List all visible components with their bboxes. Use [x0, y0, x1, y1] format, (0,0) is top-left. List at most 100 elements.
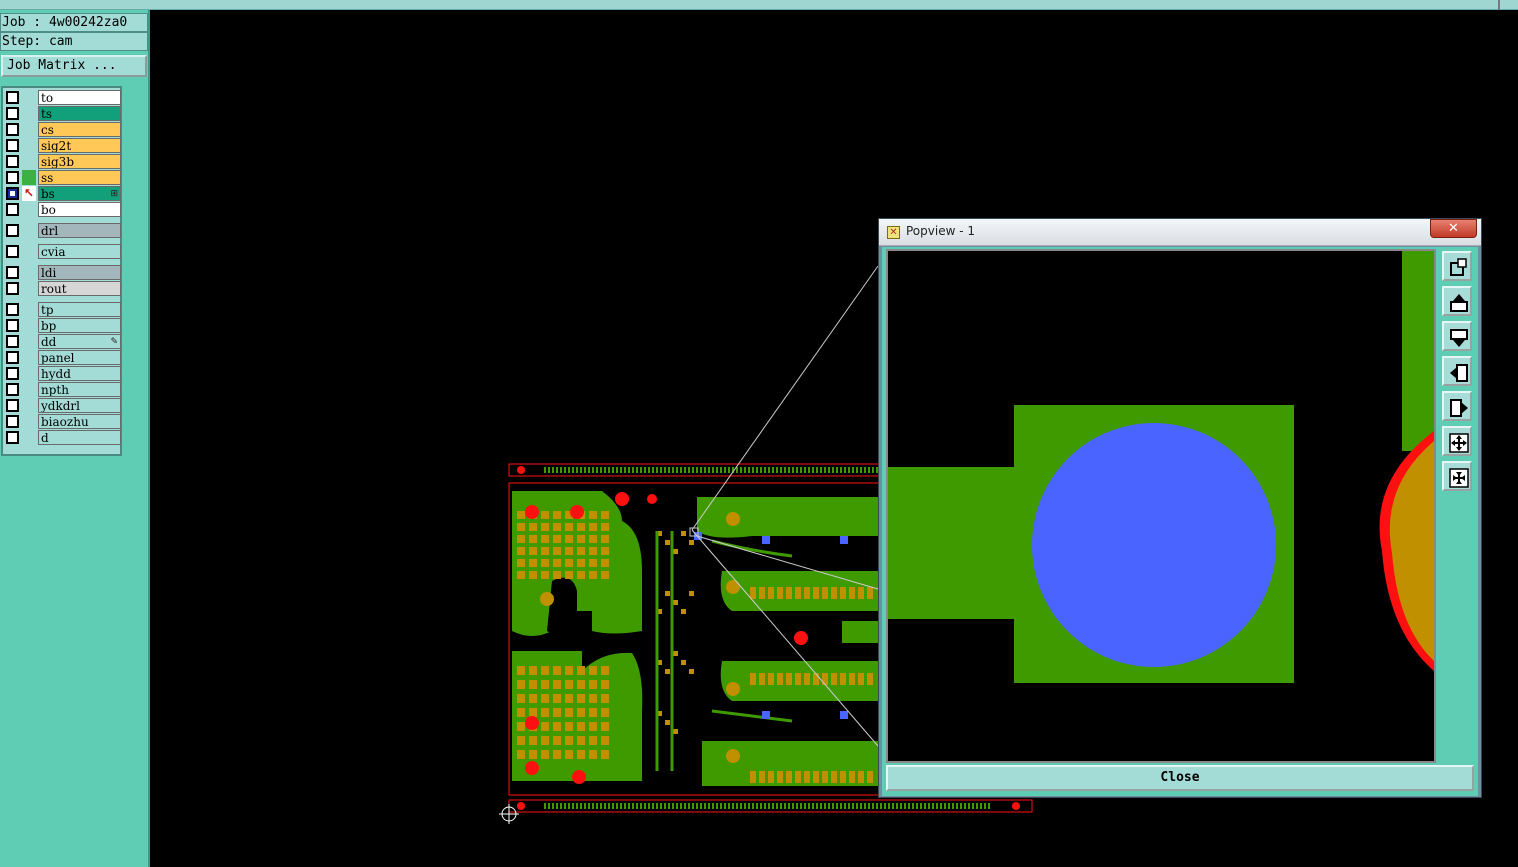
layer-row-cs[interactable]: cs: [5, 122, 121, 137]
layer-name[interactable]: cs: [38, 122, 121, 137]
layer-row-cvia[interactable]: cvia: [5, 244, 121, 259]
layer-row-bp[interactable]: bp: [5, 318, 121, 333]
pcb-shape-247: [517, 708, 525, 717]
pcb-shape-257: [529, 750, 537, 759]
work-layer-arrow-icon: ↖: [22, 186, 36, 201]
layer-name[interactable]: bp: [38, 318, 121, 333]
layer-checkbox[interactable]: [6, 367, 19, 380]
popview-zoom-view[interactable]: [886, 249, 1436, 763]
layer-row-to[interactable]: to: [5, 90, 121, 105]
layer-row-panel[interactable]: panel: [5, 350, 121, 365]
layer-row-hydd[interactable]: hydd: [5, 366, 121, 381]
layer-checkbox[interactable]: [6, 319, 19, 332]
layer-checkbox[interactable]: [6, 303, 19, 316]
popview-titlebar[interactable]: ✕ Popview - 1 ✕: [879, 219, 1481, 246]
pcb-shape-69: [820, 467, 822, 473]
layer-name[interactable]: npth: [38, 382, 121, 397]
pcb-shape-143: [780, 803, 782, 809]
layer-checkbox[interactable]: [6, 282, 19, 295]
pan-left-button[interactable]: [1442, 356, 1472, 386]
pcb-shape-291: [589, 736, 597, 745]
layer-checkbox[interactable]: [6, 399, 19, 412]
layer-name[interactable]: rout: [38, 281, 121, 296]
layer-row-bs[interactable]: ↖ bs ⊞: [5, 186, 121, 201]
pcb-shape-23: [636, 467, 638, 473]
layer-row-npth[interactable]: npth: [5, 382, 121, 397]
window-close-button[interactable]: ✕: [1430, 219, 1477, 238]
layer-row-bo[interactable]: bo: [5, 202, 121, 217]
layer-name[interactable]: biaozhu: [38, 414, 121, 429]
pcb-shape-337: [858, 673, 864, 685]
layer-checkbox[interactable]: [6, 123, 19, 136]
layer-row-biaozhu[interactable]: biaozhu: [5, 414, 121, 429]
layer-row-d[interactable]: d: [5, 430, 121, 445]
layer-row-sig2t[interactable]: sig2t: [5, 138, 121, 153]
app-icon: ✕: [887, 226, 900, 239]
layer-checkbox[interactable]: [6, 107, 19, 120]
layer-name[interactable]: d: [38, 430, 121, 445]
layer-checkbox[interactable]: [6, 266, 19, 279]
layer-name[interactable]: drl: [38, 223, 121, 238]
pcb-shape-36: [688, 467, 690, 473]
pan-up-button[interactable]: [1442, 286, 1472, 316]
layer-name[interactable]: sig2t: [38, 138, 121, 153]
pcb-shape-170: [888, 803, 890, 809]
layer-row-sig3b[interactable]: sig3b: [5, 154, 121, 169]
layer-checkbox[interactable]: [6, 431, 19, 444]
pcb-shape-217: [553, 547, 561, 555]
pcb-shape-240: [601, 535, 609, 543]
zoom-window-button[interactable]: [1442, 251, 1472, 281]
zoom-out-button[interactable]: [1442, 461, 1472, 491]
pcb-shape-298: [601, 736, 609, 745]
layer-name[interactable]: dd ✎: [38, 334, 121, 349]
pcb-shape-106: [632, 803, 634, 809]
popview-title: Popview - 1: [906, 224, 975, 238]
pan-down-button[interactable]: [1442, 321, 1472, 351]
job-matrix-button[interactable]: Job Matrix ...: [1, 55, 147, 77]
pcb-shape-317: [795, 771, 801, 783]
layer-row-drl[interactable]: drl: [5, 223, 121, 238]
layer-name[interactable]: bo: [38, 202, 121, 217]
layer-name[interactable]: ydkdrl: [38, 398, 121, 413]
pcb-shape-321: [813, 587, 819, 599]
copper-void: [547, 577, 577, 636]
layer-name[interactable]: bs ⊞: [38, 186, 121, 201]
layer-checkbox[interactable]: [6, 224, 19, 237]
layer-name[interactable]: panel: [38, 350, 121, 365]
layer-name[interactable]: to: [38, 90, 121, 105]
layer-name[interactable]: sig3b: [38, 154, 121, 169]
pcb-shape-293: [601, 666, 609, 675]
layer-row-tp[interactable]: tp: [5, 302, 121, 317]
layer-checkbox[interactable]: [6, 91, 19, 104]
pcb-shape-214: [553, 511, 561, 519]
layer-checkbox[interactable]: [6, 335, 19, 348]
layer-checkbox[interactable]: [6, 139, 19, 152]
popview-close-button[interactable]: Close: [886, 765, 1474, 791]
layer-checkbox[interactable]: [6, 187, 19, 200]
top-strip-endcap: [1498, 0, 1500, 10]
layer-name[interactable]: ldi: [38, 265, 121, 280]
layer-checkbox[interactable]: [6, 203, 19, 216]
layer-name[interactable]: cvia: [38, 244, 121, 259]
pan-right-button[interactable]: [1442, 391, 1472, 421]
layer-row-rout[interactable]: rout: [5, 281, 121, 296]
layer-name[interactable]: ss: [38, 170, 121, 185]
layer-row-ts[interactable]: ts: [5, 106, 121, 121]
layer-row-ss[interactable]: ss: [5, 170, 121, 185]
layer-checkbox[interactable]: [6, 171, 19, 184]
layer-row-ldi[interactable]: ldi: [5, 265, 121, 280]
layer-name[interactable]: tp: [38, 302, 121, 317]
layer-row-dd[interactable]: dd ✎: [5, 334, 121, 349]
layer-marker: [22, 350, 36, 365]
layer-row-ydkdrl[interactable]: ydkdrl: [5, 398, 121, 413]
layer-checkbox[interactable]: [6, 415, 19, 428]
layer-name[interactable]: ts: [38, 106, 121, 121]
pcb-shape-66: [808, 467, 810, 473]
layer-name[interactable]: hydd: [38, 366, 121, 381]
layer-checkbox[interactable]: [6, 351, 19, 364]
layer-checkbox[interactable]: [6, 155, 19, 168]
zoom-in-button[interactable]: [1442, 426, 1472, 456]
layer-checkbox[interactable]: [6, 383, 19, 396]
layer-checkbox[interactable]: [6, 245, 19, 258]
pcb-shape-351: [689, 591, 694, 596]
